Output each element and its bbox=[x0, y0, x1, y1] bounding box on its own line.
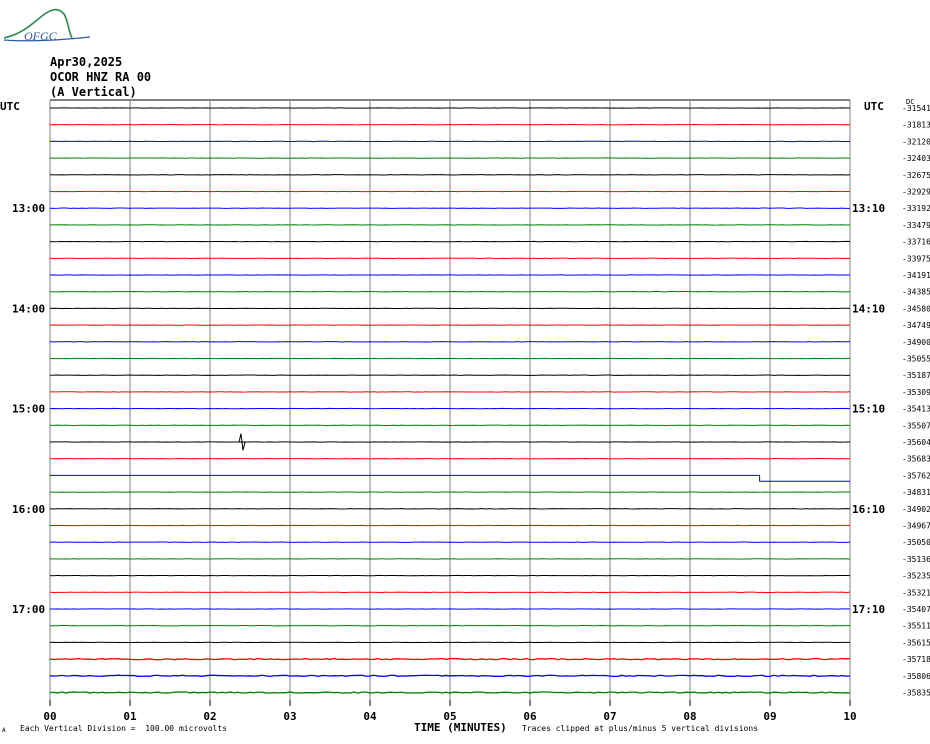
right-time-label: 17:10 bbox=[852, 603, 885, 616]
dc-offset-label: -34831 bbox=[902, 488, 930, 497]
dc-offset-label: -33716 bbox=[902, 238, 930, 247]
dc-offset-label: -33479 bbox=[902, 221, 930, 230]
left-time-label: 16:00 bbox=[12, 503, 45, 516]
dc-offset-label: -35309 bbox=[902, 388, 930, 397]
right-time-label: 16:10 bbox=[852, 503, 885, 516]
dc-offset-label: -32403 bbox=[902, 154, 930, 163]
clip-note: Traces clipped at plus/minus 5 vertical … bbox=[522, 724, 759, 733]
dc-offset-label: -35413 bbox=[902, 405, 930, 414]
dc-offset-label: -35718 bbox=[902, 655, 930, 664]
dc-offset-label: -31813 bbox=[902, 121, 930, 130]
dc-offset-label: -35511 bbox=[902, 622, 930, 631]
right-time-label: 15:10 bbox=[852, 403, 885, 416]
dc-offset-label: -35762 bbox=[902, 471, 930, 480]
dc-offset-label: -35050 bbox=[902, 538, 930, 547]
dc-offset-label: -35615 bbox=[902, 638, 930, 647]
dc-offset-label: -34902 bbox=[902, 505, 930, 514]
dc-offset-label: -35136 bbox=[902, 555, 930, 564]
scale-note: Each Vertical Division = 100.00 microvol… bbox=[20, 724, 228, 733]
dc-offset-label: -35055 bbox=[902, 355, 930, 364]
dc-offset-label: -35806 bbox=[902, 672, 930, 681]
x-tick-label: 04 bbox=[363, 710, 377, 723]
corner-mark: A bbox=[2, 727, 6, 734]
x-tick-label: 00 bbox=[43, 710, 56, 723]
x-tick-label: 09 bbox=[763, 710, 776, 723]
helicorder-chart: -31541-31813-32120-32403-32675-32929-331… bbox=[0, 98, 930, 723]
right-time-label: 13:10 bbox=[852, 202, 885, 215]
dc-offset-label: -34749 bbox=[902, 321, 930, 330]
dc-offset-label: -33975 bbox=[902, 254, 930, 263]
trace-blue bbox=[49, 674, 851, 678]
dc-offset-label: -35321 bbox=[902, 588, 930, 597]
dc-offset-label: -35507 bbox=[902, 421, 930, 430]
dc-offset-label: -34385 bbox=[902, 288, 930, 297]
dc-offset-label: -32675 bbox=[902, 171, 930, 180]
x-tick-label: 01 bbox=[123, 710, 137, 723]
x-tick-label: 08 bbox=[683, 710, 696, 723]
x-axis-title: TIME (MINUTES) bbox=[414, 721, 507, 734]
dc-offset-label: -35683 bbox=[902, 455, 930, 464]
dc-offset-label: -35407 bbox=[902, 605, 930, 614]
dc-units-label: DC bbox=[906, 98, 914, 106]
dc-offset-label: -32120 bbox=[902, 137, 930, 146]
dc-offset-label: -34580 bbox=[902, 304, 930, 313]
left-time-label: 14:00 bbox=[12, 302, 45, 315]
right-utc-title: UTC bbox=[864, 100, 884, 113]
dc-offset-label: -32929 bbox=[902, 188, 930, 197]
x-tick-label: 02 bbox=[203, 710, 216, 723]
dc-offset-label: -34191 bbox=[902, 271, 930, 280]
left-time-label: 17:00 bbox=[12, 603, 45, 616]
left-utc-title: UTC bbox=[0, 100, 20, 113]
x-tick-label: 10 bbox=[843, 710, 856, 723]
dc-offset-label: -35604 bbox=[902, 438, 930, 447]
left-time-label: 13:00 bbox=[12, 202, 45, 215]
x-tick-label: 06 bbox=[523, 710, 537, 723]
dc-offset-label: -34900 bbox=[902, 338, 930, 347]
x-tick-label: 07 bbox=[603, 710, 616, 723]
dc-offset-label: -35235 bbox=[902, 572, 930, 581]
dc-offset-label: -33192 bbox=[902, 204, 930, 213]
left-time-label: 15:00 bbox=[12, 403, 45, 416]
right-time-label: 14:10 bbox=[852, 302, 885, 315]
dc-offset-label: -35187 bbox=[902, 371, 930, 380]
x-tick-label: 03 bbox=[283, 710, 296, 723]
dc-offset-label: -34967 bbox=[902, 522, 930, 531]
dc-offset-label: -35835 bbox=[902, 689, 930, 698]
grid bbox=[49, 99, 851, 700]
